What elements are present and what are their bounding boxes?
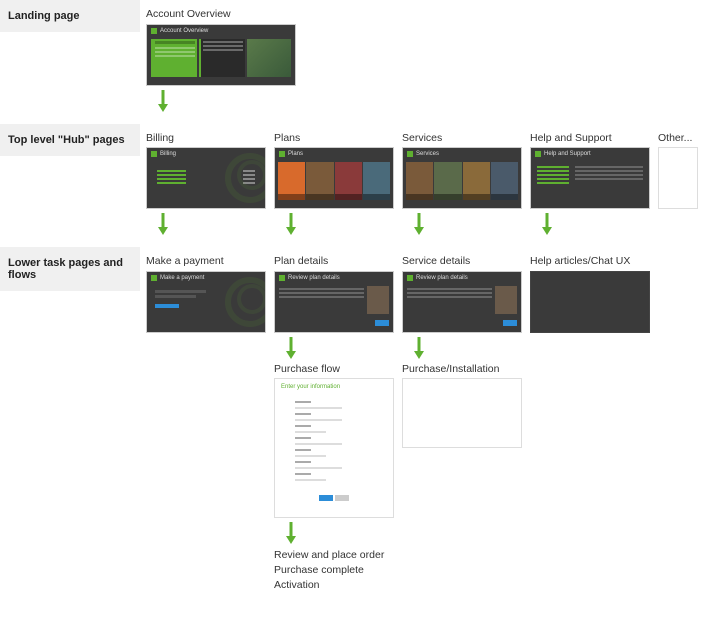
thumb-purchase-install	[402, 378, 522, 448]
row-hub: Top level "Hub" pages Billing Billing Pl…	[0, 124, 720, 248]
back-icon	[151, 151, 157, 157]
review-line3: Activation	[274, 578, 394, 593]
help-articles-title: Help articles/Chat UX	[530, 255, 650, 268]
row-content-hub: Billing Billing Plans Plans	[140, 124, 720, 248]
thumb-help-articles	[530, 271, 650, 333]
services-title: Services	[402, 132, 522, 145]
plans-title: Plans	[274, 132, 394, 145]
thumb-help: Help and Support	[530, 147, 650, 209]
thumb-title: Help and Support	[544, 151, 591, 157]
arrow-down-icon	[412, 213, 522, 235]
thumb-title: Review plan details	[288, 275, 340, 281]
arrow-down-icon	[284, 213, 394, 235]
other-title: Other...	[658, 132, 698, 145]
col-plans: Plans Plans	[274, 132, 394, 240]
row-lower: Lower task pages and flows Make a paymen…	[0, 247, 720, 600]
row-content-lower: Make a payment Make a payment Plan detai…	[140, 247, 720, 600]
col-services: Services Services	[402, 132, 522, 240]
thumb-purchase-flow: Enter your information	[274, 378, 394, 518]
review-line2: Purchase complete	[274, 563, 394, 578]
review-line1: Review and place order	[274, 548, 394, 563]
back-icon	[279, 275, 285, 281]
arrow-down-icon	[284, 522, 394, 544]
thumb-title: Review plan details	[416, 275, 468, 281]
thumb-plans: Plans	[274, 147, 394, 209]
col-help: Help and Support Help and Support	[530, 132, 650, 240]
arrow-down-icon	[540, 213, 650, 235]
row-landing: Landing page Account Overview Account Ov…	[0, 0, 720, 124]
arrow-down-icon	[412, 337, 522, 359]
billing-title: Billing	[146, 132, 266, 145]
thumb-title: Account Overview	[160, 28, 208, 34]
thumb-title: Plans	[288, 151, 303, 157]
service-details-title: Service details	[402, 255, 522, 268]
payment-title: Make a payment	[146, 255, 266, 268]
thumb-billing: Billing	[146, 147, 266, 209]
arrow-down-icon	[156, 213, 266, 235]
thumb-service-details: Review plan details	[402, 271, 522, 333]
row-label-lower: Lower task pages and flows	[0, 247, 140, 291]
plan-details-title: Plan details	[274, 255, 394, 268]
back-icon	[151, 28, 157, 34]
thumb-other	[658, 147, 698, 209]
thumb-services: Services	[402, 147, 522, 209]
review-text: Review and place order Purchase complete…	[274, 548, 394, 592]
thumb-plan-details: Review plan details	[274, 271, 394, 333]
thumb-payment: Make a payment	[146, 271, 266, 333]
row-content-landing: Account Overview Account Overview	[140, 0, 720, 124]
arrow-down-icon	[284, 337, 394, 359]
back-icon	[535, 151, 541, 157]
help-title: Help and Support	[530, 132, 650, 145]
col-other: Other...	[658, 132, 698, 210]
thumb-title: Make a payment	[160, 275, 204, 281]
arrow-down-icon	[156, 90, 296, 112]
landing-title: Account Overview	[146, 8, 296, 21]
back-icon	[279, 151, 285, 157]
thumb-account-overview: Account Overview	[146, 24, 296, 86]
thumb-title: Enter your information	[275, 379, 393, 395]
back-icon	[151, 275, 157, 281]
col-plan-details: Plan details Review plan details Purchas…	[274, 255, 394, 592]
col-help-articles: Help articles/Chat UX	[530, 255, 650, 333]
purchase-flow-title: Purchase flow	[274, 363, 394, 376]
row-label-landing: Landing page	[0, 0, 140, 32]
col-landing: Account Overview Account Overview	[146, 8, 296, 116]
col-service-details: Service details Review plan details Purc…	[402, 255, 522, 448]
col-billing: Billing Billing	[146, 132, 266, 240]
row-label-hub: Top level "Hub" pages	[0, 124, 140, 156]
thumb-title: Billing	[160, 151, 176, 157]
thumb-title: Services	[416, 151, 439, 157]
purchase-install-title: Purchase/Installation	[402, 363, 522, 376]
col-payment: Make a payment Make a payment	[146, 255, 266, 333]
back-icon	[407, 275, 413, 281]
back-icon	[407, 151, 413, 157]
